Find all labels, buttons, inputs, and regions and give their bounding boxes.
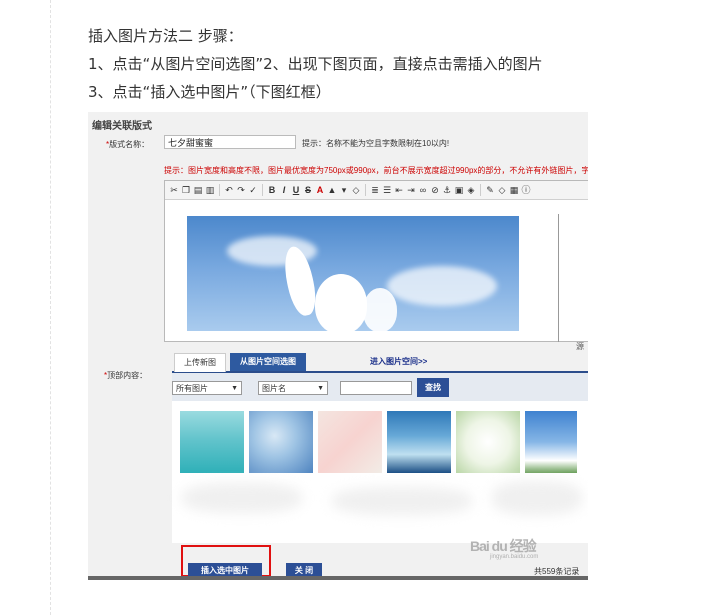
link-icon[interactable]: ∞	[418, 185, 428, 195]
content-label: *顶部内容：	[104, 371, 148, 380]
blur-patch	[182, 483, 302, 513]
toolbar-divider	[219, 184, 220, 196]
bold-icon[interactable]: B	[267, 185, 277, 195]
unordered-list-icon[interactable]: ☰	[382, 185, 392, 195]
chevron-down-icon: ▼	[317, 385, 324, 392]
step-1-2: 1、点击“从图片空间选图”2、出现下图页面，直接点击需插入的图片	[88, 55, 543, 73]
article-steps: 插入图片方法二 步骤： 1、点击“从图片空间选图”2、出现下图页面，直接点击需插…	[88, 22, 543, 106]
layout-name-input[interactable]: 七夕甜蜜蜜	[164, 135, 296, 149]
outdent-icon[interactable]: ⇤	[394, 185, 404, 195]
image-thumbnail[interactable]	[525, 411, 577, 473]
highlight-icon[interactable]: ▲	[327, 185, 337, 195]
source-icon[interactable]: ◇	[497, 185, 507, 195]
toolbar-divider	[262, 184, 263, 196]
search-button[interactable]: 查找	[417, 378, 449, 397]
image-thumbnail[interactable]	[180, 411, 244, 473]
editor-canvas[interactable]	[165, 200, 588, 342]
image-picker-panel: 所有图片 ▼ 图片名 ▼ 查找	[172, 373, 588, 543]
editor-toolbar: ✂ ❐ ▤ ▥ ↶ ↷ ✓ B I U S A ▲ ▾ ◇ ≣ ☰ ⇤ ⇥ ∞ …	[165, 181, 588, 200]
format-icon[interactable]: ▾	[339, 185, 349, 195]
photo-cloud	[387, 266, 497, 306]
edit-icon[interactable]: ✎	[485, 185, 495, 195]
image-tip: 提示：图片宽度和高度不限，图片最优宽度为750px或990px，前台不展示宽度超…	[164, 166, 588, 175]
blur-patch	[332, 487, 472, 515]
ordered-list-icon[interactable]: ≣	[370, 185, 380, 195]
redo-icon[interactable]: ↷	[236, 185, 246, 195]
name-hint: 提示：名称不能为空且字数限制在10以内!	[302, 139, 450, 148]
left-dashed-rule	[50, 0, 51, 615]
chevron-down-icon: ▼	[231, 385, 238, 392]
name-label: *版式名称：	[106, 140, 150, 149]
section-title: 编辑关联版式	[92, 121, 152, 132]
strike-icon[interactable]: S	[303, 185, 313, 195]
anchor-icon[interactable]: ⚓	[442, 185, 452, 195]
category-select[interactable]: 所有图片 ▼	[172, 381, 242, 395]
baidu-watermark-url: jingyan.baidu.com	[490, 554, 539, 560]
paste-icon[interactable]: ▤	[193, 185, 203, 195]
enter-image-space-link[interactable]: 进入图片空间>>	[370, 356, 427, 367]
search-input[interactable]	[340, 381, 412, 395]
inserted-photo[interactable]	[187, 216, 519, 331]
preview-icon[interactable]: ▦	[509, 185, 519, 195]
step-heading: 插入图片方法二 步骤：	[88, 27, 243, 45]
eraser-icon[interactable]: ◇	[351, 185, 361, 195]
photo-petal	[363, 288, 397, 331]
flash-icon[interactable]: ◈	[466, 185, 476, 195]
rich-text-editor[interactable]: ✂ ❐ ▤ ▥ ↶ ↷ ✓ B I U S A ▲ ▾ ◇ ≣ ☰ ⇤ ⇥ ∞ …	[164, 180, 588, 342]
tab-image-space[interactable]: 从图片空间选图	[230, 353, 306, 371]
editor-divider	[558, 214, 559, 342]
sort-select[interactable]: 图片名 ▼	[258, 381, 328, 395]
copy-icon[interactable]: ❐	[181, 185, 191, 195]
indent-icon[interactable]: ⇥	[406, 185, 416, 195]
photo-petal	[315, 274, 367, 331]
step-3: 3、点击“插入选中图片”（下图红框）	[88, 83, 331, 101]
embedded-screenshot: 编辑关联版式 *版式名称： 七夕甜蜜蜜 提示：名称不能为空且字数限制在10以内!…	[88, 112, 588, 580]
image-thumbnail[interactable]	[456, 411, 520, 473]
image-icon[interactable]: ▣	[454, 185, 464, 195]
italic-icon[interactable]: I	[279, 185, 289, 195]
image-thumbnail[interactable]	[387, 411, 451, 473]
cut-icon[interactable]: ✂	[169, 185, 179, 195]
paste-text-icon[interactable]: ▥	[205, 185, 215, 195]
help-icon[interactable]: ⓘ	[521, 185, 531, 195]
undo-icon[interactable]: ↶	[224, 185, 234, 195]
source-mode-label[interactable]: 源	[576, 341, 584, 352]
spell-icon[interactable]: ✓	[248, 185, 258, 195]
toolbar-divider	[365, 184, 366, 196]
blur-patch	[492, 481, 582, 515]
filter-bar: 所有图片 ▼ 图片名 ▼ 查找	[172, 373, 588, 401]
font-color-icon[interactable]: A	[315, 185, 325, 195]
tab-upload-new[interactable]: 上传新图	[174, 353, 226, 372]
bottom-scrollbar[interactable]	[88, 576, 588, 580]
blurred-thumbnails	[172, 473, 588, 528]
image-thumbnail[interactable]	[318, 411, 382, 473]
baidu-watermark: Bai du 经验	[470, 538, 537, 554]
underline-icon[interactable]: U	[291, 185, 301, 195]
unlink-icon[interactable]: ⊘	[430, 185, 440, 195]
toolbar-divider	[480, 184, 481, 196]
image-thumbnail[interactable]	[249, 411, 313, 473]
